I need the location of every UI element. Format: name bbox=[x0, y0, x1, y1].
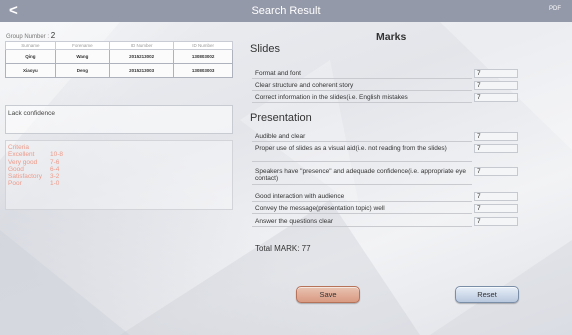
save-button[interactable]: Save bbox=[296, 286, 360, 303]
criteria-row: Very good 7-6 bbox=[8, 159, 230, 166]
criterion-label: Speakers have "presence" and adequade co… bbox=[255, 168, 466, 182]
score-input[interactable]: 7 bbox=[474, 217, 518, 226]
table-header-row: Surname Forename ID Number ID Number bbox=[5, 41, 233, 50]
criteria-row: Excellent 10-8 bbox=[8, 151, 230, 158]
score-input[interactable]: 7 bbox=[474, 81, 518, 90]
criteria-range: 3-2 bbox=[50, 173, 60, 181]
table-row: Xiaoyu Deng 2015213003 130803003 bbox=[5, 63, 233, 78]
divider bbox=[252, 161, 472, 162]
total-mark: Total MARK: 77 bbox=[255, 244, 311, 253]
criterion-label: Format and font bbox=[255, 70, 301, 77]
score-input[interactable]: 7 bbox=[474, 167, 518, 176]
criterion-label: Clear structure and coherent story bbox=[255, 82, 354, 89]
section-title-presentation: Presentation bbox=[250, 112, 312, 124]
page-title: Search Result bbox=[251, 5, 321, 17]
table-cell: 2015213003 bbox=[109, 63, 175, 78]
chevron-left-icon[interactable]: < bbox=[9, 1, 18, 21]
criteria-range: 1-0 bbox=[50, 180, 60, 188]
score-input[interactable]: 7 bbox=[474, 192, 518, 201]
criterion-label: Good interaction with audience bbox=[255, 193, 345, 200]
reset-button[interactable]: Reset bbox=[455, 286, 519, 303]
criteria-name: Excellent bbox=[8, 151, 35, 159]
criterion-label: Audible and clear bbox=[255, 133, 306, 140]
table-cell: Deng bbox=[54, 63, 111, 78]
divider bbox=[252, 213, 472, 214]
criteria-name: Poor bbox=[8, 180, 22, 188]
score-input[interactable]: 7 bbox=[474, 93, 518, 102]
table-cell: 130803002 bbox=[173, 49, 233, 64]
table-row: Qing Wang 2015213002 130803002 bbox=[5, 49, 233, 64]
comment-field[interactable]: Lack confidence bbox=[5, 105, 233, 134]
divider bbox=[252, 90, 472, 91]
criteria-range: 7-6 bbox=[50, 158, 60, 166]
column-header-forename: Forename bbox=[54, 41, 111, 50]
divider bbox=[252, 184, 472, 185]
column-header-id-number: ID Number bbox=[109, 41, 175, 50]
criterion-label: Proper use of slides as a visual aid(i.e… bbox=[255, 145, 447, 152]
score-input[interactable]: 7 bbox=[474, 204, 518, 213]
column-header-id-number-2: ID Number bbox=[173, 41, 233, 50]
table-cell: 2015213002 bbox=[109, 49, 175, 64]
marks-heading: Marks bbox=[376, 31, 407, 43]
divider bbox=[252, 226, 472, 227]
title-bar: < Search Result PDF bbox=[0, 0, 572, 22]
criteria-row: Poor 1-0 bbox=[8, 180, 230, 187]
divider bbox=[252, 78, 472, 79]
criteria-title: Criteria bbox=[8, 144, 29, 151]
table-cell: 130803003 bbox=[173, 63, 233, 78]
pdf-button[interactable]: PDF bbox=[549, 6, 561, 12]
group-number-label: Group Number : bbox=[6, 34, 50, 40]
criteria-panel: Criteria Excellent 10-8 Very good 7-6 Go… bbox=[5, 140, 233, 210]
students-table: Surname Forename ID Number ID Number Qin… bbox=[5, 41, 233, 78]
column-header-surname: Surname bbox=[5, 41, 56, 50]
section-title-slides: Slides bbox=[250, 43, 280, 55]
criteria-row: Good 6-4 bbox=[8, 166, 230, 173]
divider bbox=[252, 201, 472, 202]
table-cell: Qing bbox=[5, 49, 56, 64]
criteria-name: Satisfactory bbox=[8, 173, 42, 181]
criterion-label: Convey the message(presentation topic) w… bbox=[255, 205, 385, 212]
score-input[interactable]: 7 bbox=[474, 144, 518, 153]
criteria-range: 10-8 bbox=[50, 151, 64, 159]
divider bbox=[252, 102, 472, 103]
group-number: Group Number : 2 bbox=[6, 31, 55, 40]
criteria-range: 6-4 bbox=[50, 165, 60, 173]
divider bbox=[252, 141, 472, 142]
criterion-label: Answer the questions clear bbox=[255, 218, 334, 225]
criteria-row: Satisfactory 3-2 bbox=[8, 173, 230, 180]
criteria-name: Very good bbox=[8, 158, 38, 166]
table-cell: Wang bbox=[54, 49, 111, 64]
criterion-label: Correct information in the slides(i.e. E… bbox=[255, 94, 408, 101]
criteria-name: Good bbox=[8, 165, 24, 173]
score-input[interactable]: 7 bbox=[474, 69, 518, 78]
group-number-value: 2 bbox=[50, 31, 56, 40]
score-input[interactable]: 7 bbox=[474, 132, 518, 141]
table-cell: Xiaoyu bbox=[5, 63, 56, 78]
